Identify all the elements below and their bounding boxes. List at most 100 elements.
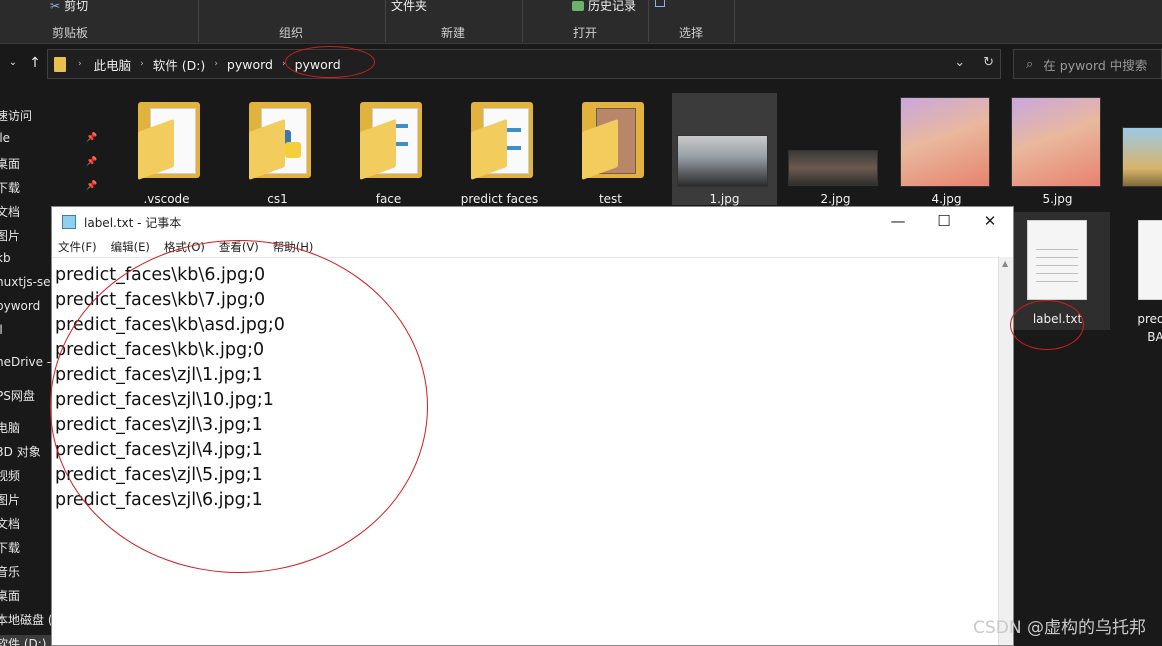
- history-command[interactable]: 历史记录: [572, 0, 636, 14]
- new-folder-command[interactable]: 文件夹: [391, 0, 427, 14]
- up-arrow-icon[interactable]: ↑: [26, 53, 44, 73]
- cut-label: 剪切: [64, 0, 89, 13]
- file-tile-predict-bast[interactable]: predic BAst: [1116, 212, 1162, 344]
- search-placeholder: 在 pyword 中搜索: [1043, 57, 1148, 73]
- notepad-titlebar[interactable]: label.txt - 记事本 — ☐ ✕: [52, 207, 1013, 237]
- image-thumbnail: [788, 150, 878, 186]
- minimize-button[interactable]: —: [875, 207, 921, 237]
- ribbon-divider: [734, 0, 735, 42]
- sidebar-item[interactable]: pyword: [0, 299, 40, 313]
- sidebar-item[interactable]: ile: [0, 131, 10, 145]
- file-tile-2-jpg[interactable]: 2.jpg: [783, 92, 888, 206]
- file-name: 2.jpg: [820, 192, 851, 206]
- search-input[interactable]: ⌕ 在 pyword 中搜索: [1013, 49, 1162, 79]
- file-tile-predict-faces[interactable]: predict faces: [447, 92, 552, 206]
- text-line: predict_faces\zjl\1.jpg;1: [55, 365, 263, 385]
- file-name: predict faces: [460, 192, 539, 206]
- file-tile-label-txt[interactable]: label.txt: [1005, 212, 1110, 330]
- ribbon: ✂ 剪切 文件夹 历史记录 剪贴板 组织 新建 打开 选择: [0, 0, 1162, 44]
- file-name: 1.jpg: [709, 192, 740, 206]
- sidebar-item[interactable]: 速访问: [0, 107, 32, 124]
- file-name: face: [375, 192, 402, 206]
- chevron-right-icon: ›: [78, 59, 82, 69]
- file-tile-4-jpg[interactable]: 4.jpg: [894, 92, 999, 206]
- file-tile-vscode[interactable]: .vscode: [114, 92, 219, 206]
- maximize-button[interactable]: ☐: [921, 207, 967, 237]
- sidebar-item[interactable]: 软件 (D:): [0, 635, 56, 646]
- cut-command[interactable]: ✂ 剪切: [50, 0, 88, 14]
- sidebar-item[interactable]: kb: [0, 251, 11, 265]
- pin-icon[interactable]: 📌: [86, 157, 97, 167]
- file-tile-1-jpg[interactable]: 1.jpg: [672, 93, 777, 206]
- sidebar-item[interactable]: 桌面: [0, 587, 20, 604]
- sidebar-item[interactable]: 文档: [0, 203, 20, 220]
- sidebar-item[interactable]: jl: [0, 323, 3, 337]
- breadcrumb-this-pc[interactable]: 此电脑: [94, 55, 132, 74]
- sidebar-item[interactable]: neDrive -: [0, 355, 51, 369]
- text-line: predict_faces\zjl\3.jpg;1: [55, 415, 263, 435]
- notepad-window: label.txt - 记事本 — ☐ ✕ 文件(F) 编辑(E) 格式(O) …: [51, 206, 1014, 646]
- sidebar-item[interactable]: 下载: [0, 539, 20, 556]
- sidebar-item[interactable]: 视频: [0, 467, 20, 484]
- scroll-up-arrow-icon[interactable]: ▲: [1002, 259, 1008, 268]
- menu-help[interactable]: 帮助(H): [273, 239, 314, 255]
- breadcrumb-pyword[interactable]: pyword: [227, 57, 273, 72]
- sidebar-item[interactable]: nuxtjs-ser: [0, 275, 56, 289]
- group-select: 选择: [679, 26, 704, 40]
- ribbon-divider: [198, 0, 199, 42]
- sidebar-item[interactable]: PS网盘: [0, 387, 35, 404]
- ribbon-divider: [385, 0, 386, 42]
- refresh-icon[interactable]: ↻: [983, 55, 994, 70]
- group-new: 新建: [441, 26, 466, 40]
- text-file-icon: [1027, 220, 1087, 300]
- address-dropdown-chevron-icon[interactable]: ⌄: [954, 55, 965, 70]
- sidebar-item[interactable]: 下载: [0, 179, 20, 196]
- sidebar-item[interactable]: 音乐: [0, 563, 20, 580]
- file-name: 5.jpg: [1042, 192, 1073, 206]
- menu-format[interactable]: 格式(O): [164, 239, 205, 255]
- sidebar-item[interactable]: 图片: [0, 227, 20, 244]
- file-tile-cs1[interactable]: cs1: [225, 92, 330, 206]
- new-folder-label: 文件夹: [391, 0, 428, 13]
- address-bar[interactable]: › 此电脑 › 软件 (D:) › pyword › pyword ⌄ ↻: [47, 49, 1001, 79]
- sidebar-item[interactable]: 3D 对象: [0, 443, 41, 460]
- watermark-text: CSDN @虚构的乌托邦: [973, 618, 1146, 638]
- text-file-icon: [1138, 220, 1162, 300]
- sidebar-item[interactable]: 桌面: [0, 155, 20, 172]
- file-tile-face[interactable]: face: [336, 92, 441, 206]
- sidebar-item[interactable]: 图片: [0, 491, 20, 508]
- chevron-right-icon: ›: [281, 59, 286, 69]
- menu-file[interactable]: 文件(F): [58, 239, 97, 255]
- file-name: cs1: [267, 192, 288, 206]
- image-thumbnail: [677, 135, 768, 187]
- ribbon-divider: [522, 0, 523, 42]
- breadcrumb-drive-d[interactable]: 软件 (D:): [153, 55, 206, 74]
- file-tile-5-jpg[interactable]: 5.jpg: [1005, 92, 1110, 206]
- notepad-title: label.txt - 记事本: [84, 215, 182, 230]
- ribbon-divider: [648, 0, 649, 42]
- group-open: 打开: [573, 26, 598, 40]
- notepad-text-area[interactable]: predict_faces\kb\6.jpg;0 predict_faces\k…: [52, 257, 998, 645]
- recent-locations-chevron-icon[interactable]: ⌄: [4, 53, 22, 73]
- pin-icon[interactable]: 📌: [86, 133, 97, 143]
- breadcrumb-pyword-current[interactable]: pyword: [295, 57, 341, 72]
- sidebar-item[interactable]: 文档: [0, 515, 20, 532]
- image-thumbnail: [1011, 97, 1101, 187]
- menu-edit[interactable]: 编辑(E): [111, 239, 150, 255]
- image-thumbnail: [1122, 127, 1162, 187]
- text-line: predict_faces\zjl\6.jpg;1: [55, 490, 263, 510]
- close-button[interactable]: ✕: [967, 207, 1013, 237]
- sidebar-item[interactable]: 本地磁盘 (: [0, 611, 53, 628]
- text-line: predict_faces\kb\asd.jpg;0: [55, 315, 285, 335]
- file-tile-test[interactable]: test: [558, 92, 663, 206]
- menu-view[interactable]: 查看(V): [219, 239, 259, 255]
- select-icon[interactable]: [655, 0, 665, 7]
- text-line: predict_faces\zjl\4.jpg;1: [55, 440, 263, 460]
- search-icon: ⌕: [1026, 56, 1034, 72]
- group-organize: 组织: [279, 26, 304, 40]
- file-tile-6[interactable]: 6: [1116, 92, 1162, 204]
- text-line: predict_faces\kb\7.jpg;0: [55, 290, 266, 310]
- vertical-scrollbar[interactable]: ▲: [998, 257, 1013, 645]
- pin-icon[interactable]: 📌: [86, 181, 97, 191]
- sidebar-item[interactable]: 电脑: [0, 419, 20, 436]
